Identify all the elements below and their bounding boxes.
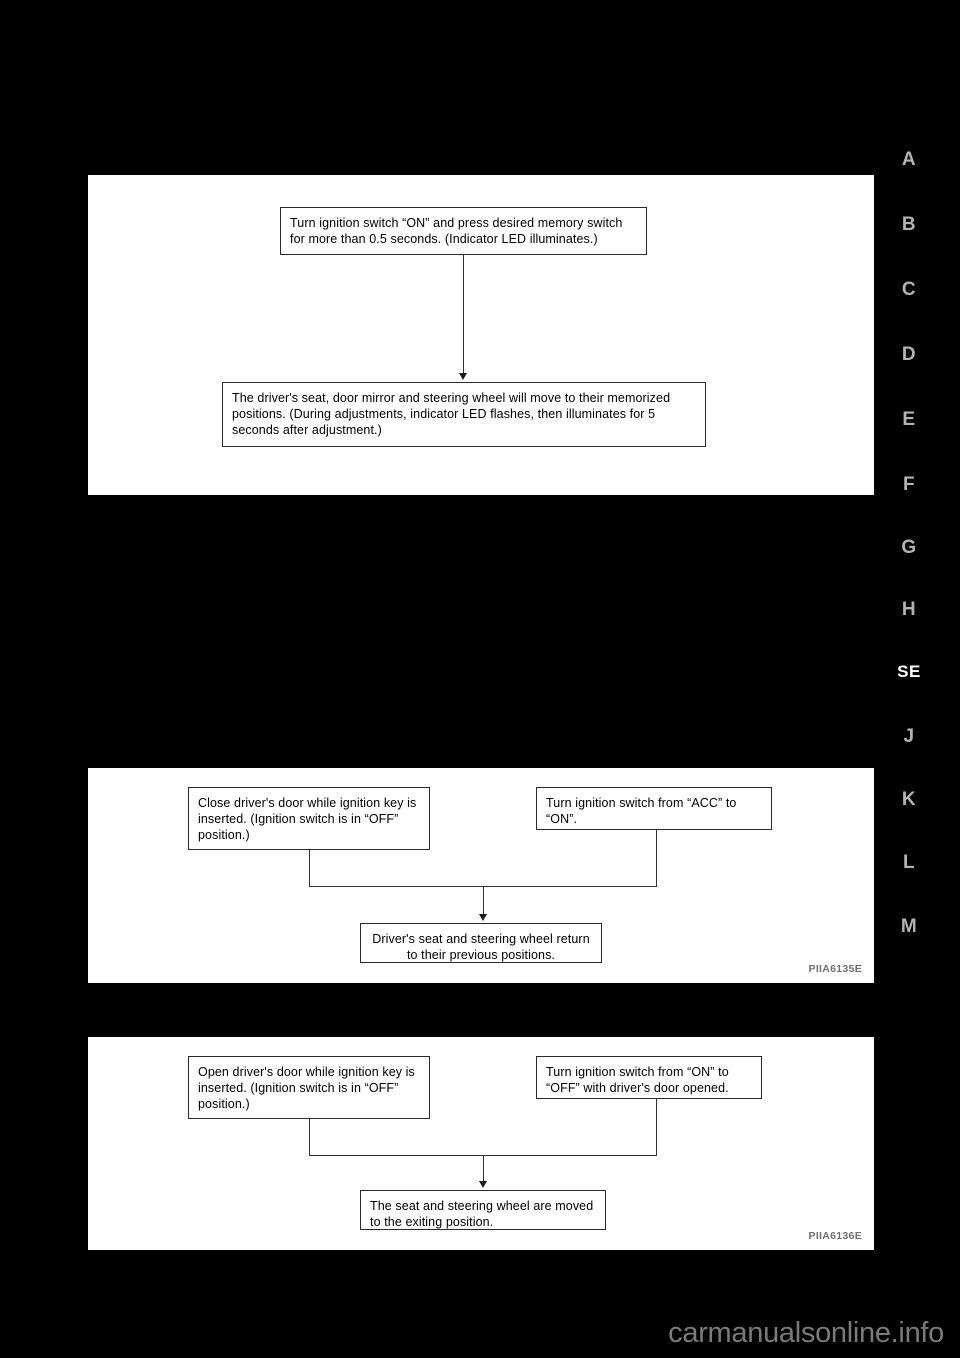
section-index-item-j[interactable]: J [884,727,934,746]
connector-exit-right-down [656,1099,657,1155]
section-index-item-k[interactable]: K [884,790,934,809]
figure-id-exit-assist: PIIA6136E [808,1230,862,1242]
section-index-item-se[interactable]: SE [884,663,934,680]
section-index-item-f[interactable]: F [884,475,934,494]
section-index: A B C D E F G H SE J K L M [884,130,960,950]
flow-box-entry-close-door: Close driver's door while ignition key i… [188,787,430,850]
flow-box-exit-result: The seat and steering wheel are moved to… [360,1190,606,1230]
section-index-item-m[interactable]: M [884,917,934,936]
flow-box-exit-ignition-on-off: Turn ignition switch from “ON” to “OFF” … [536,1056,762,1099]
arrow-memory-down [459,373,467,380]
manual-page: A B C D E F G H SE J K L M Turn ignition… [0,0,960,1358]
section-index-item-l[interactable]: L [884,853,934,872]
figure-entry-return: Close driver's door while ignition key i… [88,768,874,983]
connector-memory-vertical [463,255,464,375]
connector-entry-right-down [656,830,657,886]
connector-exit-left-down [309,1119,310,1155]
connector-entry-left-down [309,850,310,886]
section-index-item-c[interactable]: C [884,280,934,299]
connector-exit-merge-down [483,1155,484,1183]
flow-box-memory-trigger: Turn ignition switch “ON” and press desi… [280,207,647,255]
section-index-item-d[interactable]: D [884,345,934,364]
arrow-exit-down [479,1181,487,1188]
connector-entry-merge-down [483,886,484,916]
flow-box-entry-result: Driver's seat and steering wheel return … [360,923,602,963]
flow-box-memory-result: The driver's seat, door mirror and steer… [222,382,706,447]
flow-box-exit-open-door: Open driver's door while ignition key is… [188,1056,430,1119]
section-index-item-b[interactable]: B [884,215,934,234]
section-index-item-e[interactable]: E [884,410,934,429]
arrow-entry-down [479,914,487,921]
section-index-item-g[interactable]: G [884,538,934,557]
section-index-item-h[interactable]: H [884,600,934,619]
site-watermark: carmanualsonline.info [668,1317,944,1349]
figure-memory-recall: Turn ignition switch “ON” and press desi… [88,175,874,495]
flow-box-entry-ignition-acc-on: Turn ignition switch from “ACC” to “ON”. [536,787,772,830]
section-index-item-a[interactable]: A [884,150,934,169]
figure-id-entry-return: PIIA6135E [808,963,862,975]
figure-exit-assist: Open driver's door while ignition key is… [88,1037,874,1250]
